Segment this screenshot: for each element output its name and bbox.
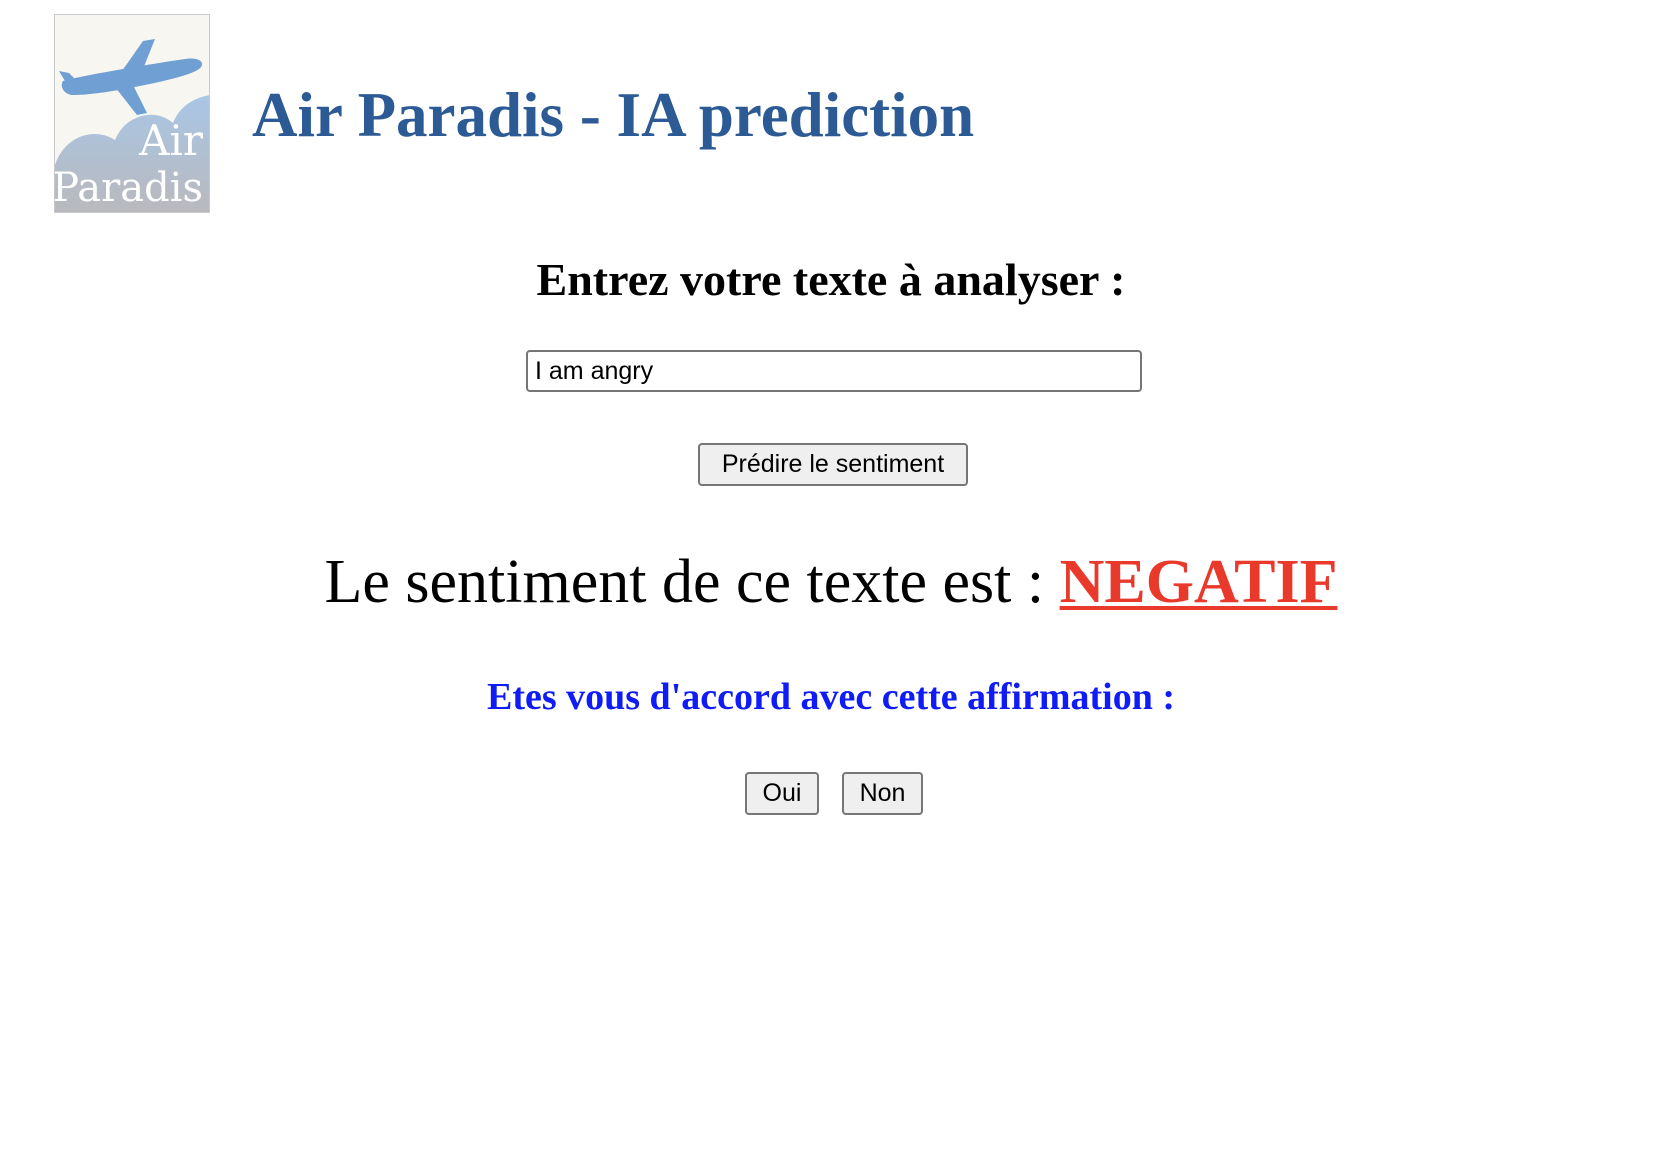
agree-yes-button[interactable]: Oui <box>745 772 819 815</box>
airplane-logo-icon: Air Paradis <box>55 15 209 212</box>
air-paradis-logo: Air Paradis <box>54 14 210 213</box>
sentiment-result: Le sentiment de ce texte est : NEGATIF <box>0 545 1662 619</box>
agree-no-button[interactable]: Non <box>842 772 923 815</box>
input-prompt-heading: Entrez votre texte à analyser : <box>536 254 1126 305</box>
predict-sentiment-button[interactable]: Prédire le sentiment <box>698 443 968 486</box>
logo-text-paradis: Paradis <box>55 165 203 211</box>
sentiment-result-value: NEGATIF <box>1059 548 1338 616</box>
logo-text-air: Air <box>138 116 204 165</box>
text-to-analyze-input[interactable] <box>526 350 1142 392</box>
page-title: Air Paradis - IA prediction <box>252 80 975 150</box>
agreement-question: Etes vous d'accord avec cette affirmatio… <box>486 676 1176 718</box>
page: Air Paradis Air Paradis - IA prediction … <box>0 0 1662 1150</box>
sentiment-result-prefix: Le sentiment de ce texte est : <box>324 548 1060 616</box>
